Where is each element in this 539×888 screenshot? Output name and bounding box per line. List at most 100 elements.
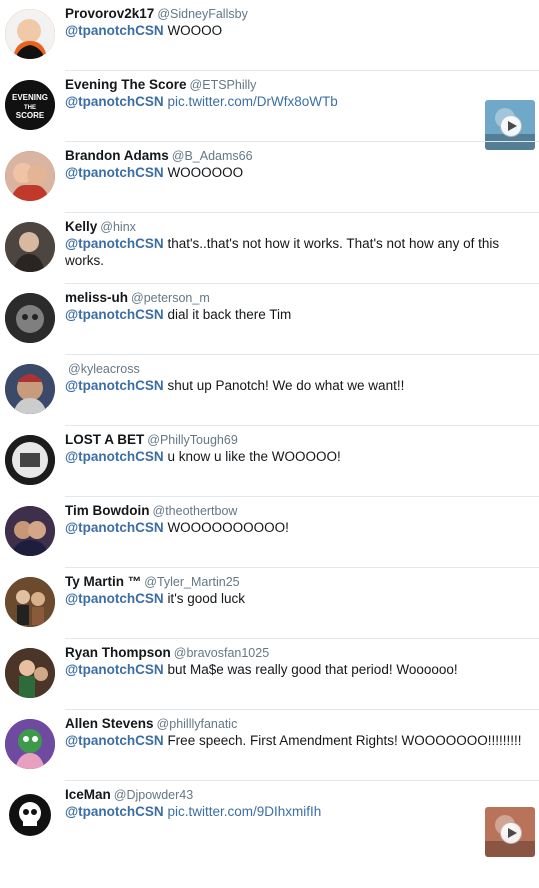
user-display-name[interactable]: IceMan	[65, 787, 111, 802]
user-handle[interactable]: @theothertbow	[153, 504, 238, 518]
play-icon[interactable]	[500, 822, 522, 844]
avatar[interactable]	[5, 719, 55, 769]
user-handle[interactable]: @hinx	[100, 220, 136, 234]
user-handle[interactable]: @kyleacross	[68, 362, 140, 376]
mention-link[interactable]: @tpanotchCSN	[65, 236, 164, 251]
user-handle[interactable]: @Tyler_Martin25	[144, 575, 239, 589]
tweet-header: IceMan @Djpowder43	[65, 787, 193, 803]
tweet-body-text: WOOOOOOOOOO!	[167, 520, 289, 535]
tweet-header: meliss-uh @peterson_m	[65, 290, 210, 306]
avatar[interactable]	[5, 648, 55, 698]
avatar[interactable]	[5, 222, 55, 272]
pic-link[interactable]: pic.twitter.com/DrWfx8oWTb	[167, 94, 337, 109]
tweet-text: @tpanotchCSN pic.twitter.com/9DIhxmifIh	[65, 803, 530, 820]
tweet-header: Provorov2k17 @SidneyFallsby	[65, 6, 248, 22]
user-display-name[interactable]: Tim Bowdoin	[65, 503, 150, 518]
tweet-item[interactable]: Allen Stevens @philllyfanatic @tpanotchCSN…	[0, 710, 539, 781]
avatar[interactable]	[5, 364, 55, 414]
avatar[interactable]	[5, 577, 55, 627]
tweet-header: Kelly @hinx	[65, 219, 136, 235]
mention-link[interactable]: @tpanotchCSN	[65, 520, 164, 535]
tweet-body-text: WOOOOOO	[167, 165, 244, 180]
tweet-body-text: dial it back there Tim	[167, 307, 292, 322]
avatar[interactable]	[5, 151, 55, 201]
mention-link[interactable]: @tpanotchCSN	[65, 378, 164, 393]
user-handle[interactable]: @ETSPhilly	[190, 78, 257, 92]
user-handle[interactable]: @peterson_m	[131, 291, 210, 305]
mention-link[interactable]: @tpanotchCSN	[65, 307, 164, 322]
tweet-header: LOST A BET @PhillyTough69	[65, 432, 238, 448]
tweet-text: @tpanotchCSN WOOOO	[65, 22, 530, 39]
tweet-item[interactable]: Provorov2k17 @SidneyFallsby @tpanotchCSN W…	[0, 0, 539, 71]
user-handle[interactable]: @SidneyFallsby	[157, 7, 248, 21]
tweet-text: @tpanotchCSN u know u like the WOOOOO!	[65, 448, 530, 465]
mention-link[interactable]: @tpanotchCSN	[65, 733, 164, 748]
pic-link[interactable]: pic.twitter.com/9DIhxmifIh	[167, 804, 321, 819]
tweet-item[interactable]: Ryan Thompson @bravosfan1025 @tpanotchCSN …	[0, 639, 539, 710]
user-handle[interactable]: @B_Adams66	[172, 149, 253, 163]
user-display-name[interactable]: Brandon Adams	[65, 148, 169, 163]
mention-link[interactable]: @tpanotchCSN	[65, 23, 164, 38]
tweet-item[interactable]: LOST A BET @PhillyTough69 @tpanotchCSN u k…	[0, 426, 539, 497]
avatar[interactable]	[5, 790, 55, 840]
mention-link[interactable]: @tpanotchCSN	[65, 449, 164, 464]
tweet-text: @tpanotchCSN it's good luck	[65, 590, 530, 607]
user-handle[interactable]: @Djpowder43	[114, 788, 193, 802]
tweet-header: Ty Martin ™ @Tyler_Martin25	[65, 574, 240, 590]
tweet-header: Allen Stevens @philllyfanatic	[65, 716, 237, 732]
avatar[interactable]	[5, 506, 55, 556]
avatar[interactable]	[5, 435, 55, 485]
mention-link[interactable]: @tpanotchCSN	[65, 165, 164, 180]
tweet-text: @tpanotchCSN WOOOOOO	[65, 164, 530, 181]
tweet-header: Brandon Adams @B_Adams66	[65, 148, 253, 164]
tweet-header: Tim Bowdoin @theothertbow	[65, 503, 237, 519]
user-display-name[interactable]: meliss-uh	[65, 290, 128, 305]
play-icon[interactable]	[500, 115, 522, 137]
tweet-item[interactable]: IceMan @Djpowder43 @tpanotchCSN pic.twitte…	[0, 781, 539, 857]
media-thumbnail[interactable]	[485, 807, 535, 857]
user-display-name[interactable]: Evening The Score	[65, 77, 187, 92]
avatar[interactable]: EVENING THE SCORE	[5, 80, 55, 130]
tweet-item[interactable]: @kyleacross @tpanotchCSN shut up Panotch!…	[0, 355, 539, 426]
tweet-body-text: WOOOO	[167, 23, 223, 38]
tweet-text: @tpanotchCSN WOOOOOOOOOO!	[65, 519, 530, 536]
user-handle[interactable]: @PhillyTough69	[147, 433, 238, 447]
tweet-item[interactable]: Kelly @hinx @tpanotchCSN that's..that's no…	[0, 213, 539, 284]
tweet-text: @tpanotchCSN shut up Panotch! We do what…	[65, 377, 530, 394]
tweet-text: @tpanotchCSN dial it back there Tim	[65, 306, 530, 323]
tweet-body-text: Free speech. First Amendment Rights! WOO…	[167, 733, 522, 748]
tweet-body-text: but Ma$e was really good that period! Wo…	[167, 662, 458, 677]
mention-link[interactable]: @tpanotchCSN	[65, 662, 164, 677]
mention-link[interactable]: @tpanotchCSN	[65, 94, 164, 109]
tweet-text: @tpanotchCSN Free speech. First Amendmen…	[65, 732, 530, 749]
tweet-list: Provorov2k17 @SidneyFallsby @tpanotchCSN W…	[0, 0, 539, 888]
user-display-name[interactable]: Provorov2k17	[65, 6, 154, 21]
tweet-text: @tpanotchCSN that's..that's not how it w…	[65, 235, 530, 269]
user-display-name[interactable]: LOST A BET	[65, 432, 144, 447]
avatar[interactable]	[5, 293, 55, 343]
user-display-name[interactable]: Allen Stevens	[65, 716, 154, 731]
tweet-item[interactable]: Tim Bowdoin @theothertbow @tpanotchCSN WOO…	[0, 497, 539, 568]
tweet-text: @tpanotchCSN pic.twitter.com/DrWfx8oWTb	[65, 93, 530, 110]
tweet-header: @kyleacross	[65, 361, 140, 377]
mention-link[interactable]: @tpanotchCSN	[65, 591, 164, 606]
tweet-header: Evening The Score @ETSPhilly	[65, 77, 256, 93]
tweet-item[interactable]: EVENING THE SCORE Evening The Score @ETSPhil…	[0, 71, 539, 150]
user-display-name[interactable]: Ty Martin ™	[65, 574, 141, 589]
user-display-name[interactable]: Ryan Thompson	[65, 645, 171, 660]
tweet-body-text: u know u like the WOOOOO!	[167, 449, 341, 464]
user-handle[interactable]: @bravosfan1025	[174, 646, 269, 660]
tweet-body-text: it's good luck	[167, 591, 246, 606]
user-display-name[interactable]: Kelly	[65, 219, 97, 234]
tweet-item[interactable]: Ty Martin ™ @Tyler_Martin25 @tpanotchCSN i…	[0, 568, 539, 639]
avatar[interactable]	[5, 9, 55, 59]
svg-text:SCORE: SCORE	[16, 111, 45, 120]
tweet-body-text: shut up Panotch! We do what we want!!	[167, 378, 405, 393]
tweet-text: @tpanotchCSN but Ma$e was really good th…	[65, 661, 530, 678]
tweet-item[interactable]: Brandon Adams @B_Adams66 @tpanotchCSN WOOO…	[0, 142, 539, 213]
mention-link[interactable]: @tpanotchCSN	[65, 804, 164, 819]
user-handle[interactable]: @philllyfanatic	[157, 717, 238, 731]
svg-text:EVENING: EVENING	[12, 93, 48, 102]
tweet-header: Ryan Thompson @bravosfan1025	[65, 645, 269, 661]
tweet-item[interactable]: meliss-uh @peterson_m @tpanotchCSN dial it…	[0, 284, 539, 355]
